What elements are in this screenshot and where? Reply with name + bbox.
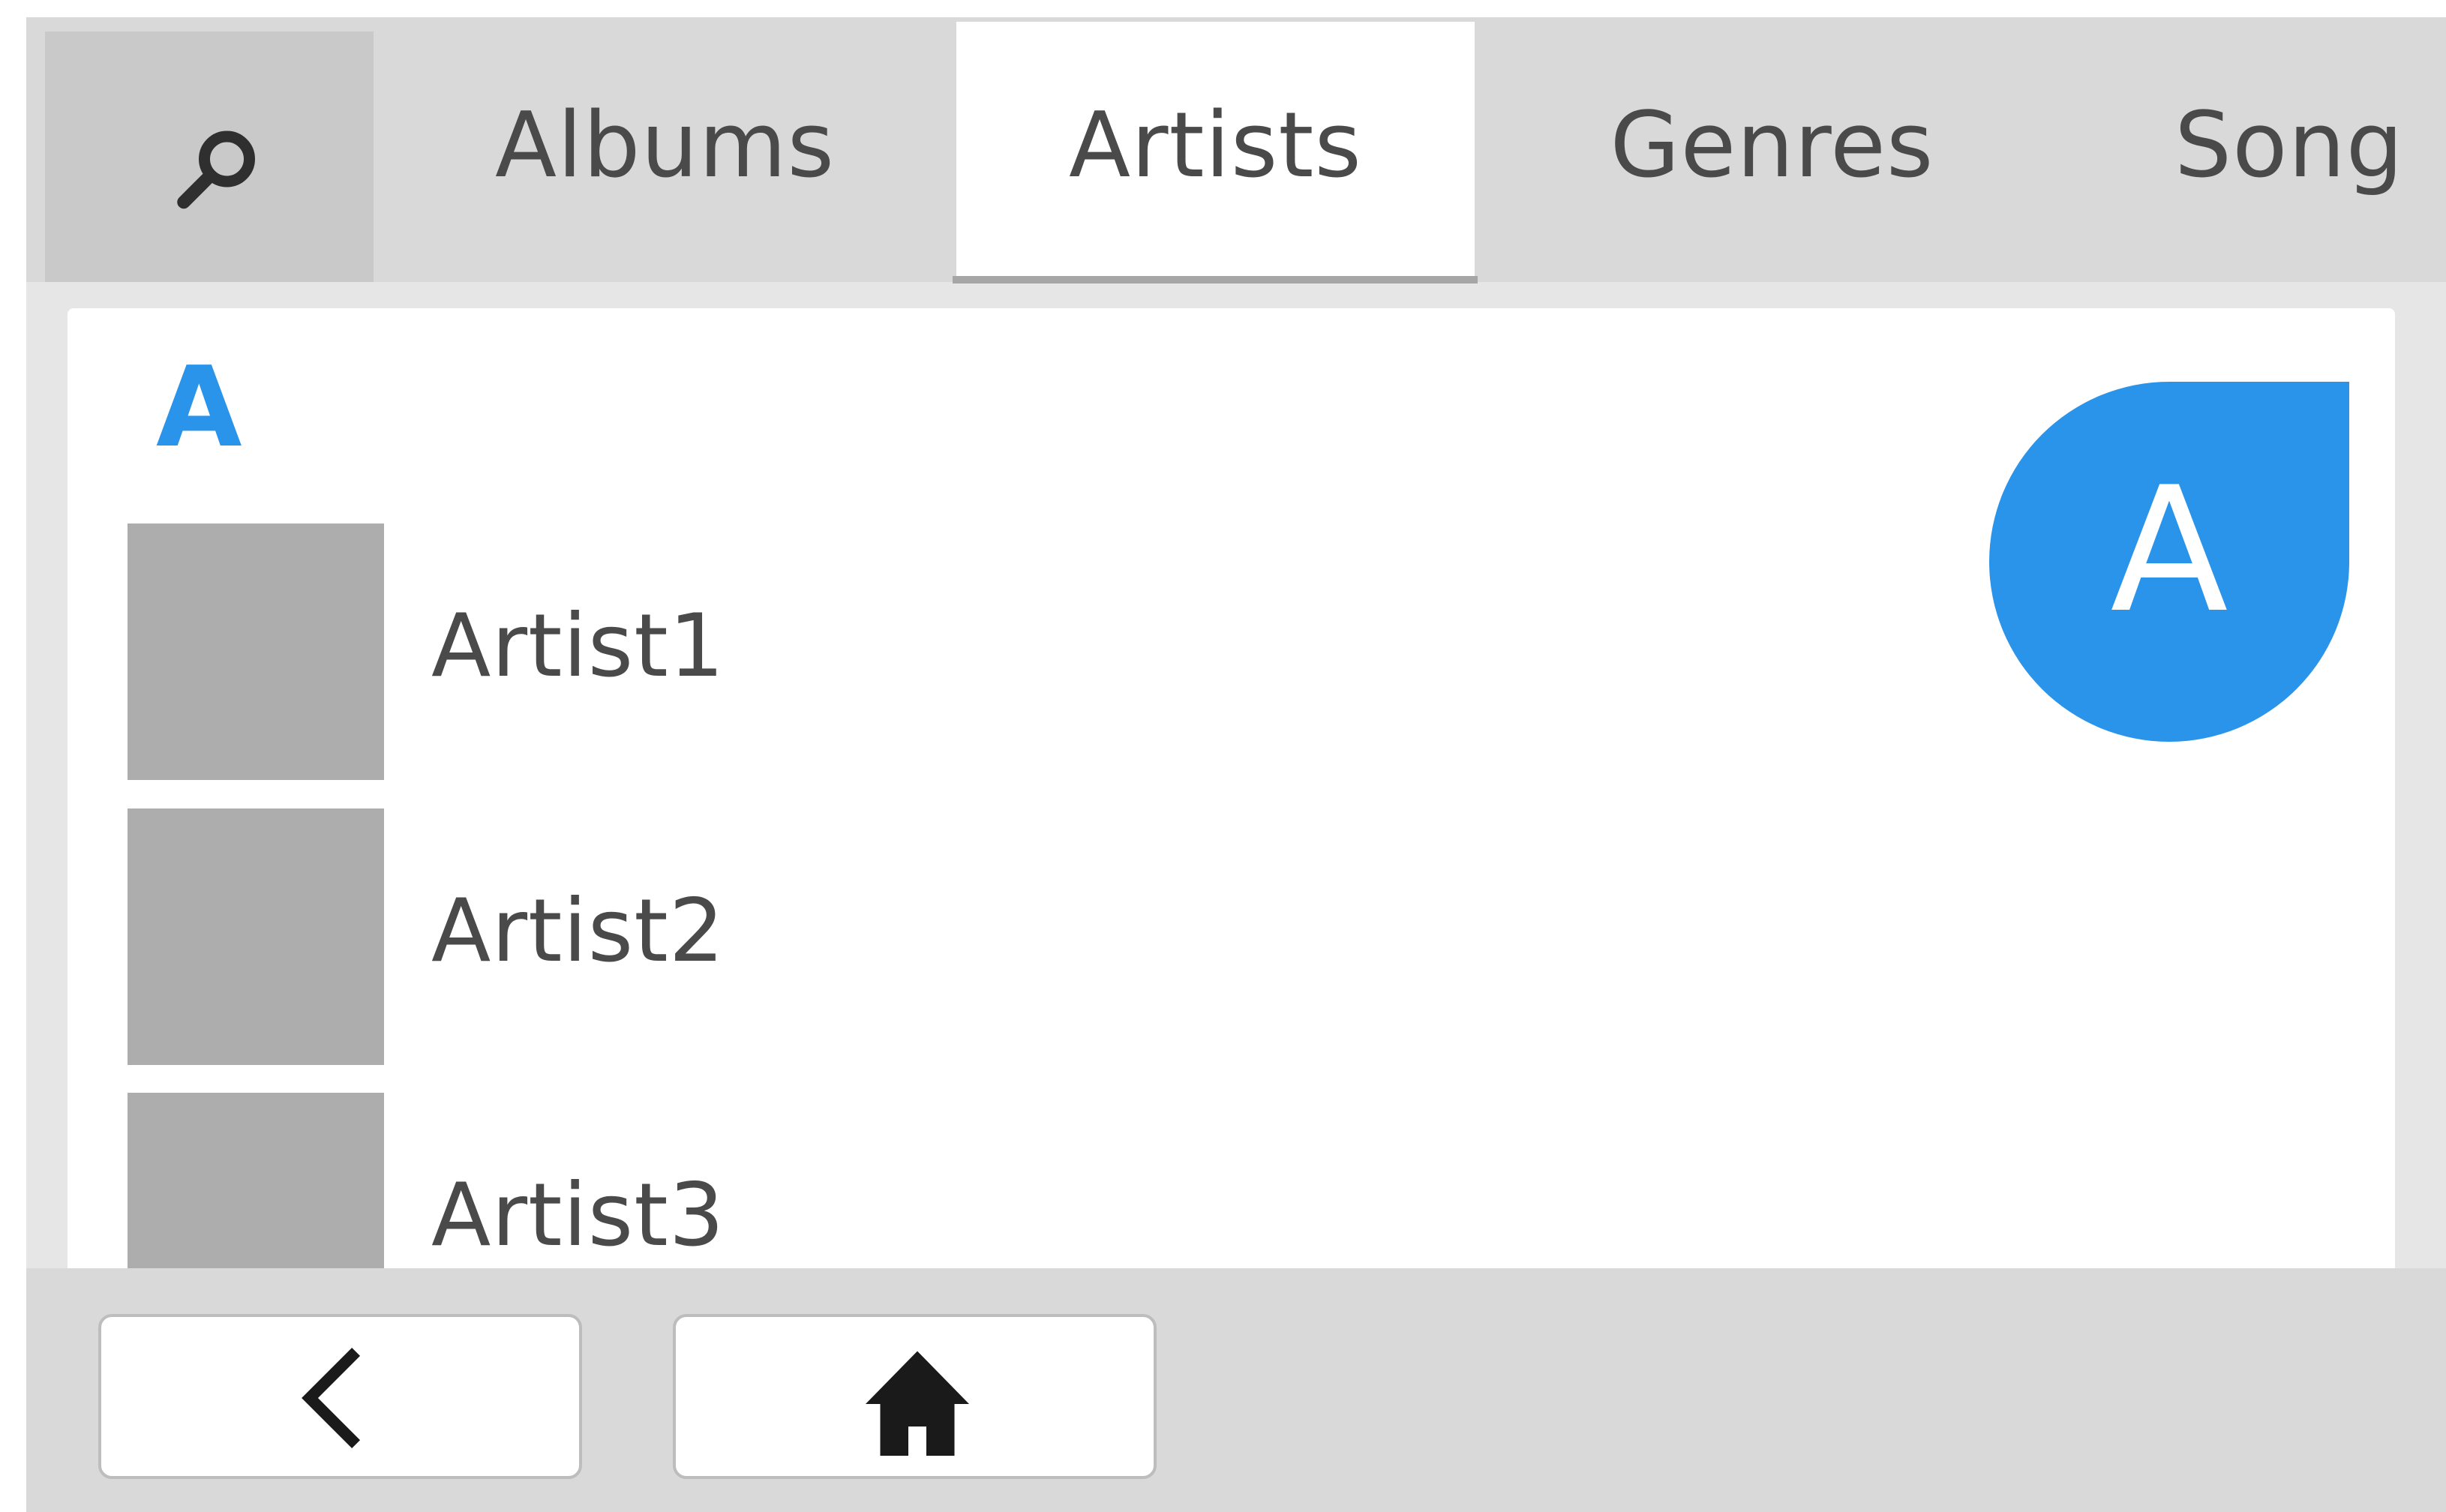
section-header: A <box>156 343 242 472</box>
bottom-bar <box>26 1268 2446 1512</box>
tab-songs-label: Song <box>2174 94 2404 198</box>
tab-bar: Albums Artists Genres Song <box>26 17 2446 284</box>
artist-list-panel[interactable]: A Artist1 Artist2 Artist3 A <box>68 308 2395 1283</box>
tab-artists-label: Artists <box>1069 94 1362 198</box>
artist-thumbnail <box>128 808 384 1065</box>
search-icon <box>177 130 255 209</box>
app-window: Albums Artists Genres Song A Artist1 Art… <box>26 17 2446 1512</box>
tab-genres-label: Genres <box>1610 94 1934 198</box>
artist-name: Artist1 <box>431 595 725 697</box>
artist-thumbnail <box>128 1093 384 1283</box>
list-item[interactable]: Artist1 <box>128 524 1928 780</box>
list-item[interactable]: Artist2 <box>128 808 1928 1065</box>
chevron-left-icon <box>302 1347 361 1449</box>
artist-name-wrap: Artist2 <box>431 808 725 1065</box>
back-button[interactable] <box>98 1314 582 1479</box>
tab-albums[interactable]: Albums <box>374 22 956 282</box>
tab-artists[interactable]: Artists <box>956 22 1475 282</box>
search-button[interactable] <box>45 32 374 282</box>
fast-scroll-letter: A <box>2110 451 2228 651</box>
tab-genres[interactable]: Genres <box>1475 22 2069 282</box>
home-button[interactable] <box>673 1314 1157 1479</box>
list-item[interactable]: Artist3 <box>128 1093 1928 1283</box>
artist-name-wrap: Artist3 <box>431 1093 725 1283</box>
tab-albums-label: Albums <box>494 94 836 198</box>
artist-thumbnail <box>128 524 384 780</box>
artist-name: Artist2 <box>431 880 725 982</box>
home-icon <box>866 1351 969 1456</box>
selected-tab-indicator <box>953 276 1478 284</box>
fast-scroll-letter-bubble: A <box>1989 382 2349 742</box>
artist-name: Artist3 <box>431 1164 725 1266</box>
tab-songs[interactable]: Song <box>2069 22 2446 282</box>
artist-name-wrap: Artist1 <box>431 524 725 780</box>
